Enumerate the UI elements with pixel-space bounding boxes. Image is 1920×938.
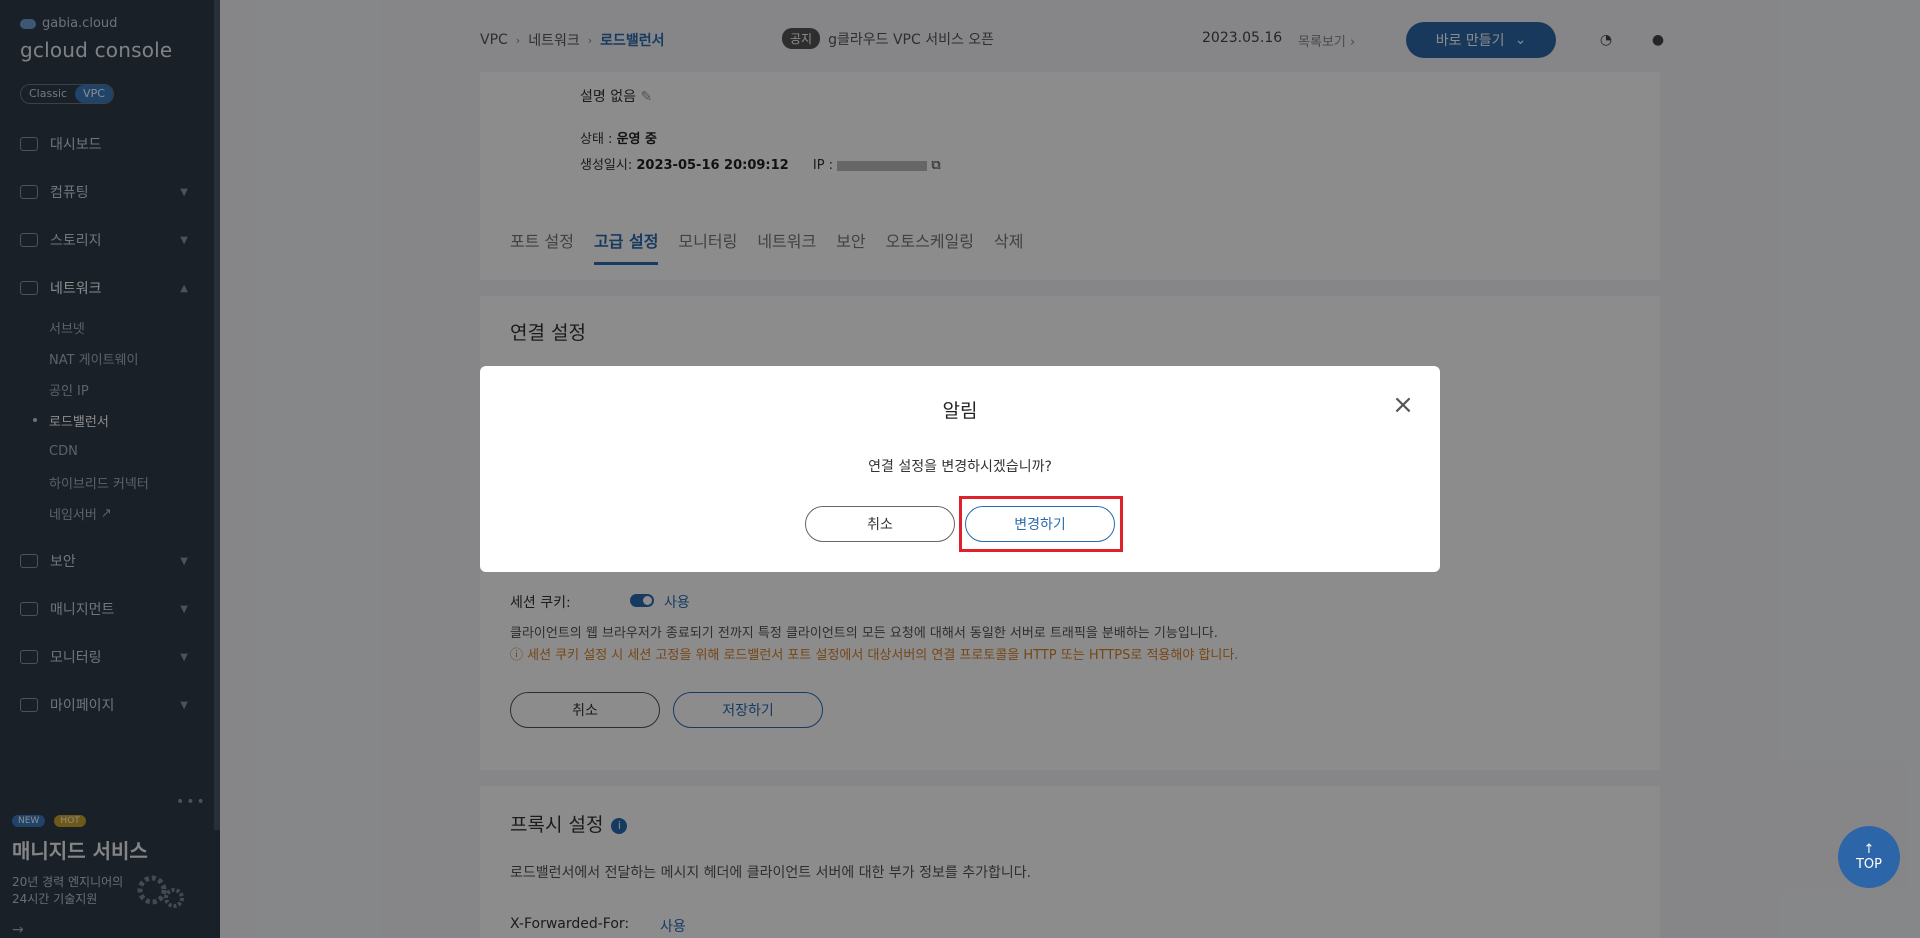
scroll-top-button[interactable]: ↑ TOP: [1838, 826, 1900, 888]
dialog-message: 연결 설정을 변경하시겠습니까?: [868, 459, 1052, 475]
dialog-cancel-button[interactable]: 취소: [805, 506, 955, 542]
confirm-dialog: 알림 × 연결 설정을 변경하시겠습니까? 취소 변경하기: [480, 366, 1440, 572]
close-icon[interactable]: ×: [1392, 392, 1414, 418]
confirm-highlight-box: [959, 496, 1123, 552]
dialog-title: 알림: [942, 400, 978, 422]
arrow-up-icon: ↑: [1863, 842, 1875, 857]
scroll-top-label: TOP: [1855, 857, 1882, 872]
